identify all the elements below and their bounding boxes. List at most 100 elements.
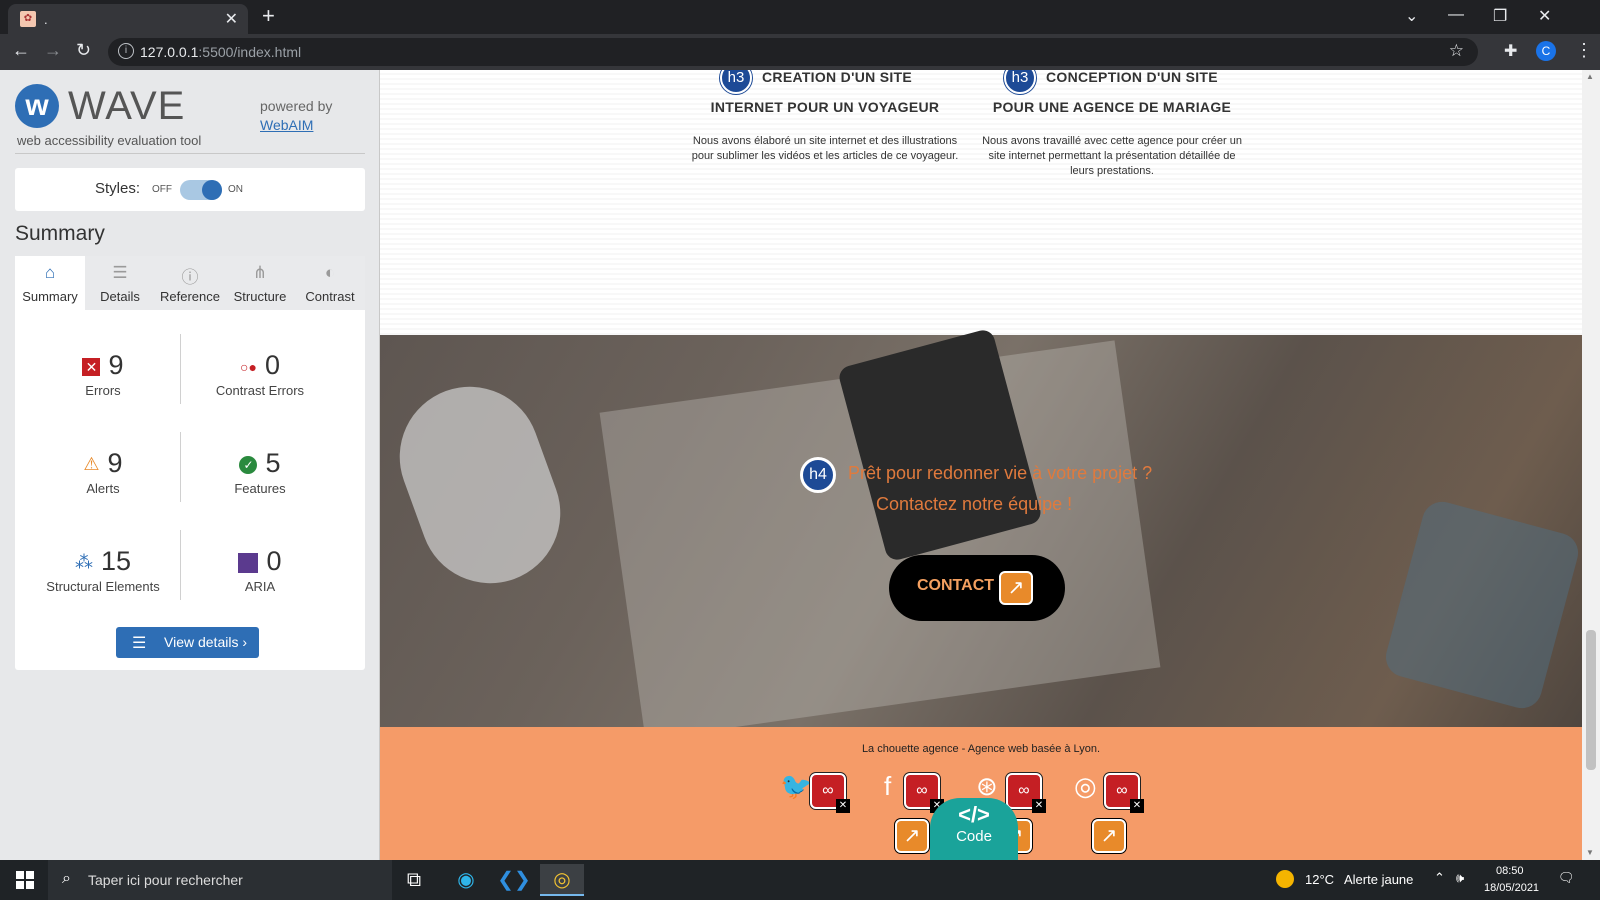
address-bar[interactable]: i 127.0.0.1:5500/index.html ☆ [108, 38, 1478, 66]
aria-stat[interactable]: 0 ARIA [180, 546, 340, 594]
taskbar-search-box[interactable]: ⌕ Taper ici pour rechercher [48, 860, 392, 900]
back-icon[interactable]: ← [12, 40, 30, 61]
h3-badge-icon[interactable]: h3 [720, 70, 752, 94]
scroll-down-icon[interactable]: ▼ [1586, 848, 1594, 857]
alerts-count: 9 [107, 448, 123, 478]
tab-details[interactable]: ☰ Details [85, 256, 155, 310]
hero-heading-line2: Contactez notre équipe ! [876, 494, 1073, 514]
twitter-icon[interactable]: 🐦 [780, 771, 812, 802]
aria-count: 0 [266, 546, 282, 576]
close-tab-icon[interactable]: ✕ [225, 9, 238, 29]
weather-sun-icon[interactable] [1276, 870, 1294, 888]
alerts-stat[interactable]: ⚠ 9 Alerts [23, 448, 183, 496]
url-text[interactable]: 127.0.0.1:5500/index.html [140, 44, 301, 60]
card-title-2b: POUR UNE AGENCE DE MARIAGE [992, 99, 1232, 115]
features-stat[interactable]: ✓ 5 Features [180, 448, 340, 496]
scrollbar-thumb[interactable] [1586, 630, 1596, 770]
list-icon: ☰ [132, 635, 147, 652]
hero-background-pens [1381, 497, 1582, 713]
notification-icon[interactable]: 🗨 [1558, 870, 1575, 886]
scroll-up-icon[interactable]: ▲ [1586, 72, 1594, 81]
contrast-errors-stat[interactable]: ○● 0 Contrast Errors [180, 350, 340, 398]
tab-reference[interactable]: ⓘ Reference [155, 256, 225, 310]
menu-icon[interactable]: ⋮ [1575, 40, 1593, 61]
contact-hero: h4 Prêt pour redonner vie à votre projet… [380, 327, 1582, 740]
errors-stat[interactable]: ✕ 9 Errors [23, 350, 183, 398]
tray-chevron-icon[interactable]: ⌃ [1434, 870, 1445, 886]
edge-icon[interactable]: ◉ [444, 864, 488, 896]
bookmark-star-icon[interactable]: ☆ [1449, 41, 1464, 61]
broken-link-error-icon[interactable]: ∞ ✕ [1104, 773, 1144, 813]
list-icon: ☰ [112, 263, 128, 282]
site-info-icon[interactable]: i [118, 43, 134, 59]
styles-on-label: ON [228, 184, 243, 195]
reload-icon[interactable]: ↻ [76, 40, 91, 61]
clock-date[interactable]: 18/05/2021 [1484, 882, 1539, 894]
error-x-icon: ✕ [836, 799, 850, 813]
hero-heading-line1: Prêt pour redonner vie à votre projet ? [848, 463, 1153, 483]
code-icon: </> [958, 802, 990, 827]
tab-label: Reference [160, 289, 220, 304]
close-window-icon[interactable]: ✕ [1538, 6, 1551, 26]
wave-subtitle: web accessibility evaluation tool [17, 133, 202, 148]
tab-label: Structure [233, 289, 287, 304]
projects-section: h3 CREATION D'UN SITE INTERNET POUR UN V… [380, 70, 1582, 335]
contrast-error-icon: ○● [240, 358, 257, 375]
page-scrollbar[interactable]: ▲ ▼ [1582, 70, 1600, 860]
contact-button[interactable]: CONTACT ↗ [889, 555, 1065, 621]
hierarchy-icon: ⋔ [252, 263, 268, 282]
styles-off-label: OFF [152, 184, 172, 195]
h3-badge-icon[interactable]: h3 [1004, 70, 1036, 94]
web-page: h3 CREATION D'UN SITE INTERNET POUR UN V… [380, 70, 1582, 860]
clock-time[interactable]: 08:50 [1496, 865, 1524, 877]
card-text-1b: pour sublimer les vidéos et les articles… [691, 150, 959, 162]
alert-icon: ⚠ [83, 454, 100, 475]
structure-icon: ⁂ [74, 552, 93, 573]
vscode-icon[interactable]: ❮❯ [492, 864, 536, 896]
features-label: Features [234, 481, 286, 496]
weather-alert[interactable]: Alerte jaune [1344, 872, 1413, 887]
info-icon: ⓘ [181, 268, 199, 287]
temperature[interactable]: 12°C [1305, 872, 1334, 887]
tab-structure[interactable]: ⋔ Structure [225, 256, 295, 310]
styles-toggle[interactable] [180, 180, 222, 200]
profile-avatar[interactable]: C [1536, 41, 1556, 61]
summary-heading: Summary [15, 222, 105, 245]
volume-icon[interactable]: 🕪 [1456, 870, 1464, 886]
tab-summary[interactable]: ⌂ Summary [15, 256, 85, 310]
powered-by-text: powered by [260, 98, 333, 114]
tab-search-icon[interactable]: ⌄ [1405, 6, 1418, 26]
minimize-icon[interactable]: — [1448, 6, 1464, 24]
facebook-icon[interactable]: f [884, 771, 891, 802]
view-details-button[interactable]: ☰ View details › [116, 627, 259, 658]
new-tab-button[interactable]: + [262, 5, 275, 27]
link-alert-icon[interactable]: ↗ [999, 571, 1033, 605]
link-alert-icon[interactable]: ↗ [895, 819, 929, 853]
browser-toolbar: ← → ↻ i 127.0.0.1:5500/index.html ☆ ✚ C … [0, 34, 1600, 70]
home-icon: ⌂ [44, 263, 56, 282]
extensions-icon[interactable]: ✚ [1504, 41, 1517, 61]
error-x-icon: ✕ [1130, 799, 1144, 813]
link-alert-icon[interactable]: ↗ [1092, 819, 1126, 853]
restore-icon[interactable]: ❐ [1493, 6, 1507, 26]
tab-contrast[interactable]: ◐ Contrast [295, 256, 365, 310]
broken-link-error-icon[interactable]: ∞ ✕ [810, 773, 850, 813]
feature-check-icon: ✓ [239, 455, 258, 474]
structural-elements-stat[interactable]: ⁂ 15 Structural Elements [23, 546, 183, 594]
webaim-link[interactable]: WebAIM [260, 117, 313, 133]
errors-count: 9 [108, 350, 124, 380]
browser-tab[interactable]: ✿ . ✕ [8, 4, 248, 34]
h4-badge-icon[interactable]: h4 [800, 457, 836, 493]
card-text-2b: site internet permettant la présentation… [988, 150, 1236, 162]
error-x-icon: ✕ [1032, 799, 1046, 813]
instagram-icon[interactable]: ◎ [1074, 771, 1097, 802]
structural-label: Structural Elements [46, 579, 160, 594]
tab-label: Contrast [305, 289, 355, 304]
forward-icon[interactable]: → [44, 40, 62, 61]
chrome-icon[interactable]: ◎ [540, 864, 584, 896]
contrast-errors-label: Contrast Errors [215, 383, 305, 398]
tab-label: Summary [22, 289, 78, 304]
windows-start-icon[interactable] [16, 871, 34, 889]
wave-code-button[interactable]: </> Code [930, 798, 1018, 860]
task-view-icon[interactable]: ⧉ [392, 864, 436, 896]
